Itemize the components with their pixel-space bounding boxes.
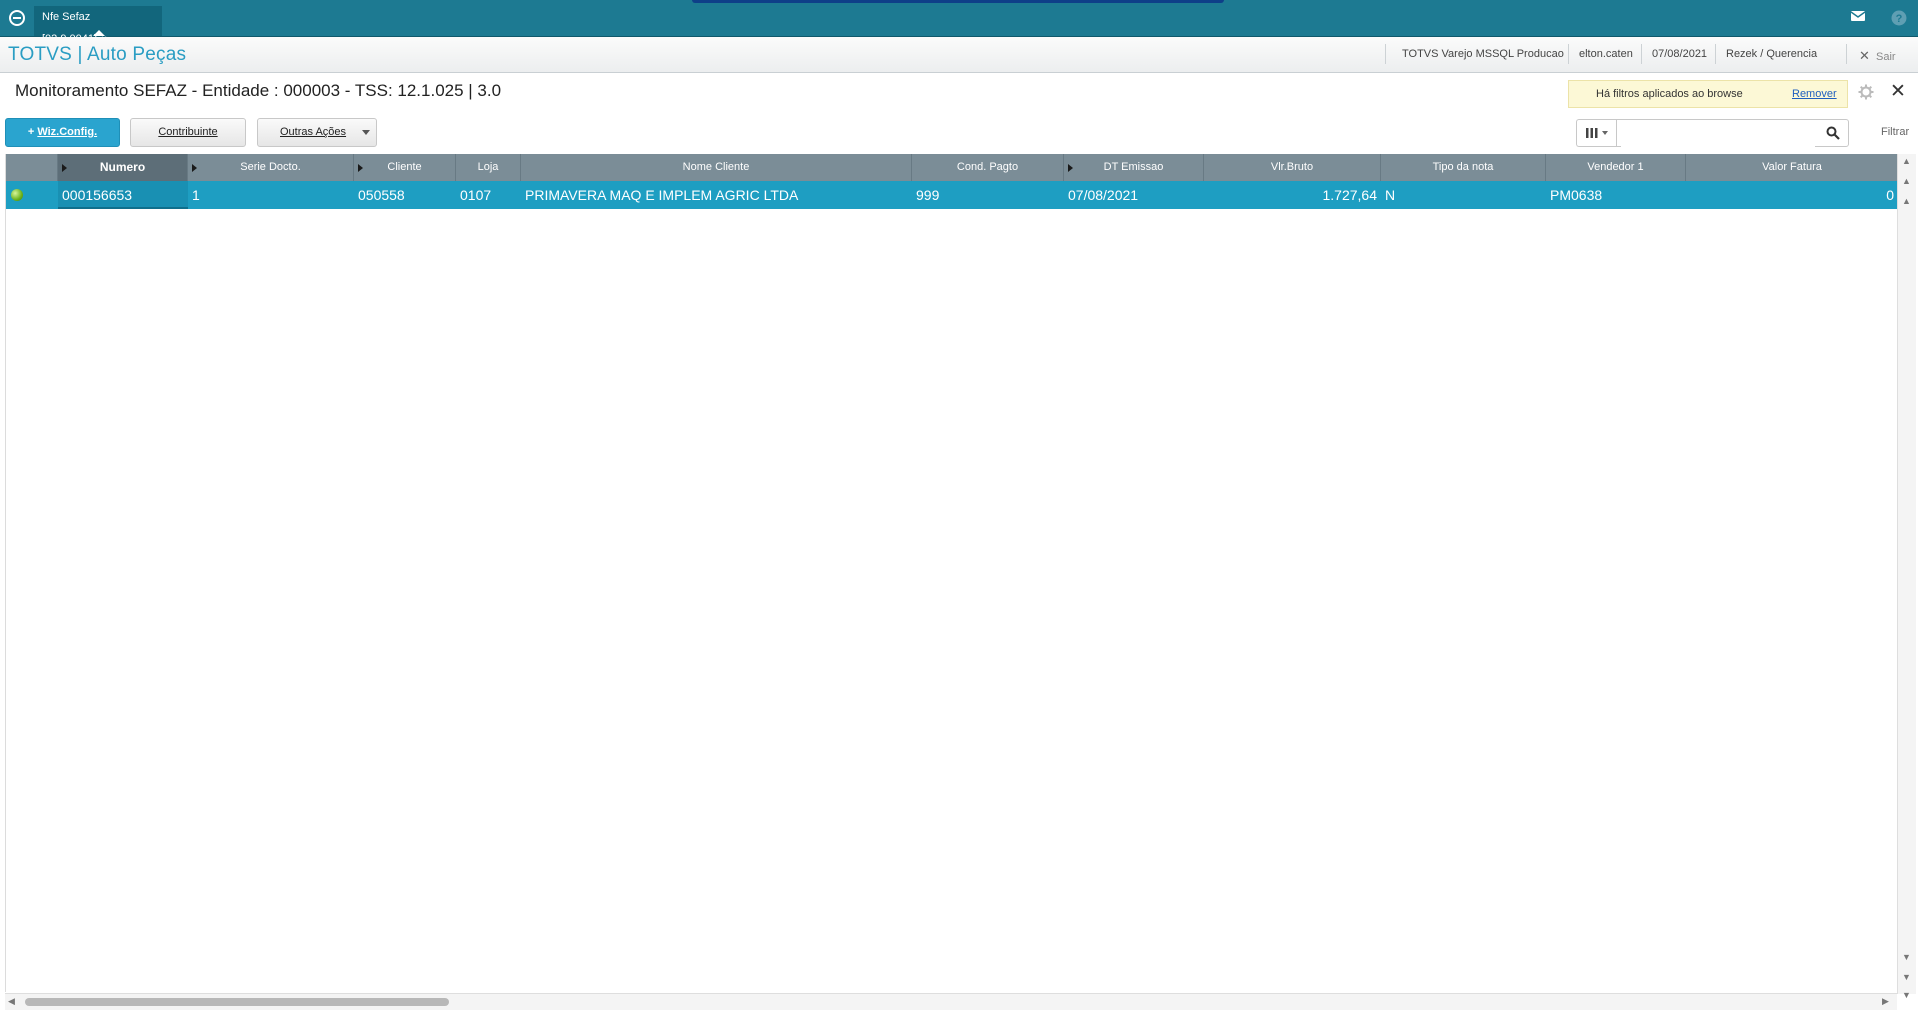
header-tipo-nota[interactable]: Tipo da nota (1381, 154, 1546, 181)
column-selector-button[interactable] (1576, 119, 1616, 147)
environment-label: TOTVS Varejo MSSQL Producao (1402, 48, 1564, 60)
sort-arrow-icon (1068, 164, 1073, 172)
header-label: DT Emissao (1103, 161, 1164, 173)
header-label: Nome Cliente (682, 161, 750, 173)
filter-notice-text: Há filtros aplicados ao browse (1596, 88, 1743, 100)
header-label: Serie Docto. (240, 161, 301, 173)
cell-vlr-bruto[interactable]: 1.727,64 (1204, 181, 1381, 209)
header-vlr-bruto[interactable]: Vlr.Bruto (1204, 154, 1381, 181)
filter-notice: Há filtros aplicados ao browse Remover (1568, 80, 1848, 108)
header-cliente[interactable]: Cliente (354, 154, 456, 181)
header-label: Vlr.Bruto (1270, 161, 1314, 173)
header-status[interactable] (6, 154, 58, 181)
totvs-logo-icon[interactable] (8, 9, 26, 27)
contribuinte-label: Contribuinte (158, 126, 218, 138)
close-icon: ✕ (1859, 48, 1870, 63)
cell-serie[interactable]: 1 (188, 181, 354, 209)
close-window-icon[interactable]: ✕ (1890, 82, 1906, 101)
header-label: Vendedor 1 (1587, 161, 1644, 173)
vertical-scrollbar[interactable]: ▲ ▲ ▲ ▼ ▼ ▼ (1897, 154, 1916, 1000)
header-cond-pagto[interactable]: Cond. Pagto (912, 154, 1064, 181)
outras-acoes-label: Outras Ações (280, 126, 347, 138)
wiz-config-label: Wiz.Config. (37, 126, 98, 138)
exit-button[interactable]: ✕ Sair (1859, 48, 1896, 64)
horizontal-scroll-thumb[interactable] (25, 998, 449, 1006)
header-label: Cliente (387, 161, 422, 173)
scroll-top-icon[interactable]: ▲ (1902, 156, 1911, 166)
header-label: Numero (99, 160, 146, 174)
cell-vendedor[interactable]: PM0638 (1546, 181, 1686, 209)
header-label: Valor Fatura (1762, 161, 1822, 173)
page-title: Monitoramento SEFAZ - Entidade : 000003 … (15, 81, 502, 100)
header-valor-fatura[interactable]: Valor Fatura (1686, 154, 1898, 181)
header-nome-cliente[interactable]: Nome Cliente (521, 154, 912, 181)
divider (1385, 44, 1386, 64)
cell-nome-cliente[interactable]: PRIMAVERA MAQ E IMPLEM AGRIC LTDA (521, 181, 912, 209)
tab-nfe-sefaz[interactable]: Nfe Sefaz [02.9.0041]× (34, 6, 162, 45)
header-loja[interactable]: Loja (456, 154, 521, 181)
svg-text:?: ? (1896, 13, 1903, 25)
search-box (1616, 119, 1849, 147)
exit-label: Sair (1876, 51, 1896, 63)
user-label: elton.caten (1579, 48, 1633, 60)
search-input[interactable] (1621, 121, 1815, 147)
scroll-page-down-icon[interactable]: ▼ (1902, 972, 1911, 982)
wiz-config-button[interactable]: + Wiz.Config. (5, 118, 120, 147)
remove-filter-link[interactable]: Remover (1792, 88, 1837, 100)
cell-loja[interactable]: 0107 (456, 181, 521, 209)
branch-label[interactable]: Rezek / Querencia (1726, 48, 1817, 60)
gear-icon[interactable] (1858, 84, 1874, 100)
scroll-left-icon[interactable]: ◀ (8, 996, 15, 1007)
divider (1846, 44, 1847, 64)
status-green-icon (11, 189, 23, 201)
mail-icon[interactable] (1851, 11, 1865, 23)
divider (1641, 44, 1642, 64)
header-serie[interactable]: Serie Docto. (188, 154, 354, 181)
scroll-up-icon[interactable]: ▲ (1902, 196, 1911, 206)
plus-icon: + (27, 126, 38, 138)
app-title: TOTVS | Auto Peças (8, 44, 187, 65)
scroll-down-icon[interactable]: ▼ (1902, 952, 1911, 962)
horizontal-scrollbar[interactable]: ◀ ▶ (5, 993, 1897, 1010)
scroll-bottom-icon[interactable]: ▼ (1902, 990, 1911, 1000)
scroll-page-up-icon[interactable]: ▲ (1902, 176, 1911, 186)
outras-acoes-button[interactable]: Outras Ações (257, 118, 377, 147)
status-cell (6, 181, 58, 209)
divider (1568, 44, 1569, 64)
sort-arrow-icon (62, 164, 67, 172)
sort-arrow-icon (358, 164, 363, 172)
top-accent-line (692, 0, 1224, 3)
cell-numero[interactable]: 000156653 (58, 181, 188, 209)
date-label: 07/08/2021 (1652, 48, 1708, 60)
cell-valor-fatura[interactable]: 0 (1686, 181, 1898, 209)
header-vendedor[interactable]: Vendedor 1 (1546, 154, 1686, 181)
sort-arrow-icon (192, 164, 197, 172)
chevron-down-icon[interactable] (356, 119, 376, 146)
table-row[interactable]: 000156653 1 050558 0107 PRIMAVERA MAQ E … (6, 181, 1898, 209)
top-bar: Nfe Sefaz [02.9.0041]× ? (0, 0, 1918, 45)
header-label: Tipo da nota (1432, 161, 1494, 173)
filter-button[interactable]: Filtrar (1881, 126, 1909, 138)
header-dt-emissao[interactable]: DT Emissao (1064, 154, 1204, 181)
cell-dt-emissao[interactable]: 07/08/2021 (1064, 181, 1204, 209)
scroll-right-icon[interactable]: ▶ (1882, 996, 1889, 1007)
grid-header: Numero Serie Docto. Cliente Loja Nome Cl… (6, 154, 1898, 181)
help-icon[interactable]: ? (1891, 10, 1907, 26)
cell-cliente[interactable]: 050558 (354, 181, 456, 209)
header-label: Loja (477, 161, 499, 173)
divider (1715, 44, 1716, 64)
tab-active-indicator (93, 30, 105, 36)
cell-cond-pagto[interactable]: 999 (912, 181, 1064, 209)
cell-tipo-nota[interactable]: N (1381, 181, 1546, 209)
data-grid: Numero Serie Docto. Cliente Loja Nome Cl… (5, 154, 1898, 992)
search-icon[interactable] (1826, 126, 1840, 140)
header-label: Cond. Pagto (956, 161, 1019, 173)
contribuinte-button[interactable]: Contribuinte (130, 118, 246, 147)
header-numero[interactable]: Numero (58, 154, 188, 181)
columns-icon (1586, 128, 1608, 138)
app-bar: TOTVS | Auto Peças TOTVS Varejo MSSQL Pr… (0, 37, 1918, 73)
